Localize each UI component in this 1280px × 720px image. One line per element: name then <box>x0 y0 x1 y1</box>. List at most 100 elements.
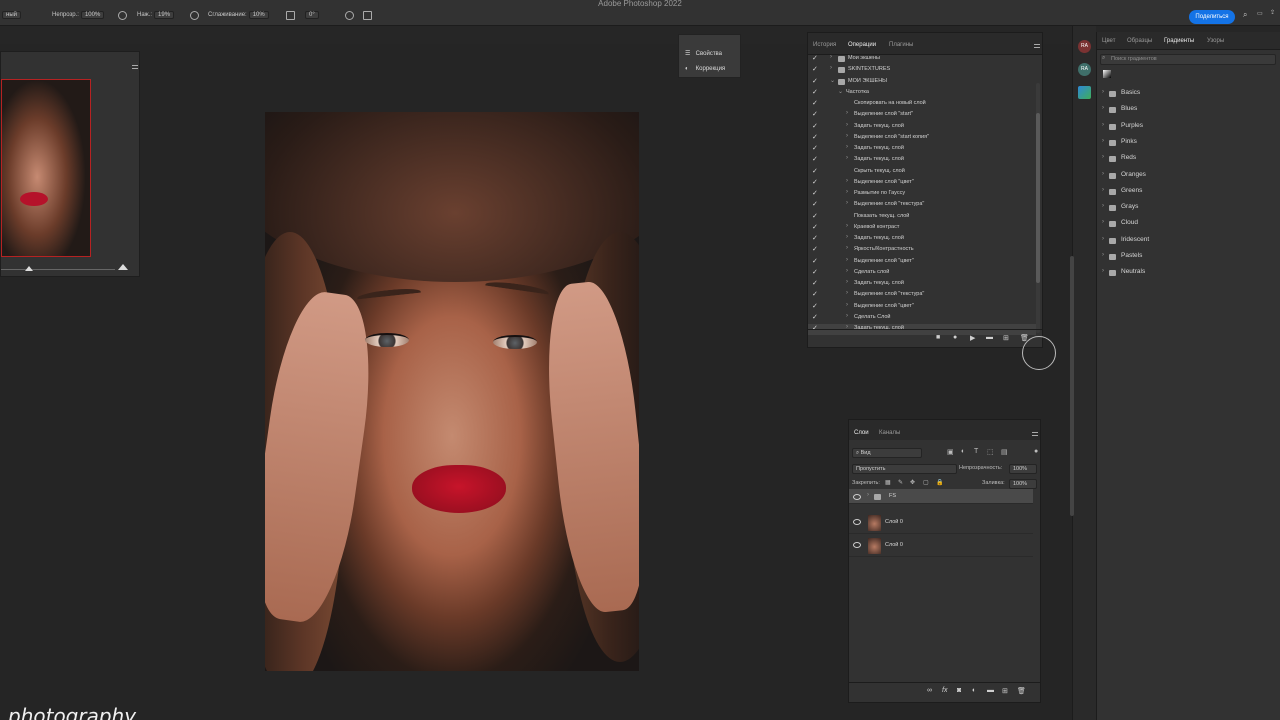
checkmark-icon[interactable]: ✓ <box>812 54 818 62</box>
action-row[interactable]: ✓ › Задать текущ. слой <box>808 122 1036 133</box>
action-row[interactable]: ✓ › Сделать Слой <box>808 313 1036 324</box>
angle-control[interactable]: 0° <box>303 11 319 19</box>
checkmark-icon[interactable]: ✓ <box>812 212 818 220</box>
checkmark-icon[interactable]: ✓ <box>812 167 818 175</box>
share-icon[interactable]: ⇪ <box>1270 9 1275 16</box>
chevron-right-icon[interactable]: › <box>846 290 848 296</box>
chevron-right-icon[interactable]: › <box>1102 138 1104 144</box>
tab-history[interactable]: История <box>813 42 836 48</box>
panel-menu-icon[interactable] <box>1034 44 1040 48</box>
new-set-icon[interactable]: ▬ <box>986 334 993 341</box>
action-row[interactable]: ✓ › Выделение слой "цвет" <box>808 178 1036 189</box>
action-row[interactable]: ✓ › Выделение слой "текстура" <box>808 290 1036 301</box>
lock-position-icon[interactable]: ✥ <box>910 479 915 486</box>
smoothing-control[interactable]: Сглаживание: 10% <box>208 11 269 19</box>
chevron-right-icon[interactable]: › <box>1102 236 1104 242</box>
action-row[interactable]: ✓ › Задать текущ. слой <box>808 155 1036 166</box>
gear-icon[interactable] <box>286 11 295 20</box>
tab-gradients[interactable]: Градиенты <box>1164 38 1194 44</box>
action-row[interactable]: ✓ › Сделать слой <box>808 268 1036 279</box>
tab-channels[interactable]: Каналы <box>879 430 900 436</box>
checkmark-icon[interactable]: ✓ <box>812 88 818 96</box>
chevron-right-icon[interactable]: › <box>1102 89 1104 95</box>
layer-opacity-field[interactable]: 100% <box>1009 464 1037 474</box>
checkmark-icon[interactable]: ✓ <box>812 77 818 85</box>
record-icon[interactable]: ● <box>953 334 957 341</box>
opacity-control[interactable]: Непрозр.: 100% <box>52 11 105 19</box>
chevron-right-icon[interactable]: › <box>1102 268 1104 274</box>
checkmark-icon[interactable]: ✓ <box>812 133 818 141</box>
layer-fill-field[interactable]: 100% <box>1009 479 1037 489</box>
checkmark-icon[interactable]: ✓ <box>812 290 818 298</box>
filter-pixel-icon[interactable]: ▣ <box>947 448 954 456</box>
chevron-right-icon[interactable]: › <box>830 65 832 71</box>
chevron-right-icon[interactable]: › <box>846 223 848 229</box>
lock-all-icon[interactable]: 🔒 <box>936 479 943 486</box>
checkmark-icon[interactable]: ✓ <box>812 178 818 186</box>
navigator-thumbnail[interactable] <box>1 79 91 257</box>
document-image[interactable] <box>265 112 639 671</box>
new-action-icon[interactable]: ⊞ <box>1003 334 1009 342</box>
mode-dropdown[interactable]: ный <box>0 11 21 19</box>
gradient-folder[interactable]: › Basics <box>1102 89 1272 99</box>
filter-adjustment-icon[interactable]: ◐ <box>961 448 965 455</box>
chevron-right-icon[interactable]: › <box>830 54 832 60</box>
action-row[interactable]: ✓ › Задать текущ. слой <box>808 144 1036 155</box>
actions-scrollbar-thumb[interactable] <box>1036 113 1040 283</box>
adjustment-layer-icon[interactable]: ◐ <box>972 687 976 694</box>
chevron-right-icon[interactable]: › <box>846 245 848 251</box>
checkmark-icon[interactable]: ✓ <box>812 223 818 231</box>
filter-type-icon[interactable]: T <box>974 448 978 455</box>
chevron-right-icon[interactable]: › <box>846 200 848 206</box>
chevron-right-icon[interactable]: › <box>846 234 848 240</box>
tab-layers[interactable]: Слои <box>854 430 869 436</box>
chevron-right-icon[interactable]: › <box>846 133 848 139</box>
pressure-value[interactable]: 19% <box>154 11 175 19</box>
checkmark-icon[interactable]: ✓ <box>812 155 818 163</box>
link-icon[interactable]: ∞ <box>927 687 932 694</box>
chevron-right-icon[interactable]: › <box>1102 122 1104 128</box>
chevron-right-icon[interactable]: › <box>1102 252 1104 258</box>
chevron-right-icon[interactable]: › <box>846 257 848 263</box>
checkmark-icon[interactable]: ✓ <box>812 257 818 265</box>
checkmark-icon[interactable]: ✓ <box>812 268 818 276</box>
gradient-folder[interactable]: › Reds <box>1102 154 1272 164</box>
chevron-right-icon[interactable]: › <box>846 313 848 319</box>
panel-menu-icon[interactable] <box>1032 432 1038 436</box>
gradient-folder[interactable]: › Neutrals <box>1102 268 1272 278</box>
action-row[interactable]: ✓ › SKINTEXTURES <box>808 65 1036 76</box>
gradient-folder[interactable]: › Purples <box>1102 122 1272 132</box>
layer-row[interactable]: Слой 0 <box>849 512 1033 534</box>
symmetry-icon[interactable] <box>363 11 372 20</box>
panel-menu-icon[interactable] <box>132 65 138 69</box>
checkmark-icon[interactable]: ✓ <box>812 234 818 242</box>
canvas-scrollbar[interactable] <box>1070 256 1074 516</box>
action-row[interactable]: ✓ Скрыть текущ. слой <box>808 167 1036 178</box>
checkmark-icon[interactable]: ✓ <box>812 99 818 107</box>
action-row[interactable]: ✓ › Выделение слой "цвет" <box>808 257 1036 268</box>
chevron-down-icon[interactable]: ⌄ <box>838 88 843 95</box>
fx-icon[interactable]: fx <box>942 687 947 694</box>
tab-actions[interactable]: Операции <box>848 42 876 48</box>
action-row[interactable]: ✓ Скопировать на новый слой <box>808 99 1036 110</box>
eye-icon[interactable] <box>853 519 861 525</box>
chevron-right-icon[interactable]: › <box>846 122 848 128</box>
pressure-opacity-icon[interactable] <box>118 11 127 20</box>
chevron-right-icon[interactable]: › <box>846 155 848 161</box>
chevron-right-icon[interactable]: › <box>1102 187 1104 193</box>
play-icon[interactable]: ▶ <box>970 334 975 342</box>
chevron-down-icon[interactable]: ⌄ <box>830 77 835 84</box>
mask-icon[interactable]: ◙ <box>957 687 961 694</box>
layer-filter-dropdown[interactable]: ⌕ Вид <box>852 448 922 458</box>
lock-pixels-icon[interactable]: ✎ <box>898 479 903 486</box>
chevron-right-icon[interactable]: › <box>867 492 869 498</box>
layer-row[interactable]: › FS <box>849 489 1033 504</box>
chevron-right-icon[interactable]: › <box>1102 154 1104 160</box>
action-row[interactable]: ✓ › Выделение слой "start" <box>808 110 1036 121</box>
chevron-right-icon[interactable]: › <box>846 110 848 116</box>
chevron-right-icon[interactable]: › <box>1102 219 1104 225</box>
checkmark-icon[interactable]: ✓ <box>812 65 818 73</box>
blend-mode-dropdown[interactable]: Пропустить <box>852 464 957 474</box>
action-row[interactable]: ✓ Показать текущ. слой <box>808 212 1036 223</box>
plugin-badge-icon[interactable]: RA <box>1078 40 1091 53</box>
